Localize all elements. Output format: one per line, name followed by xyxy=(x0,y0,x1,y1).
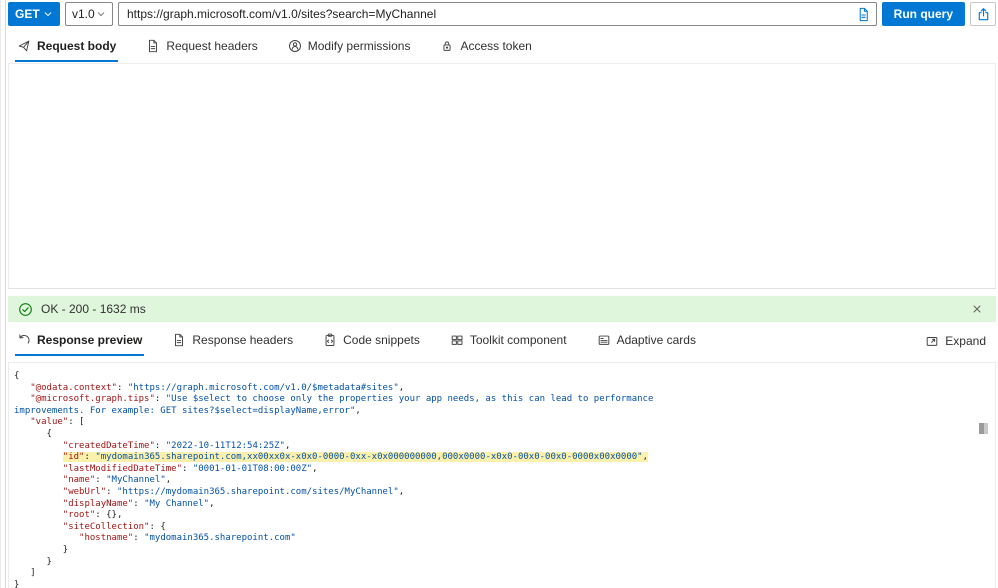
send-icon xyxy=(17,39,31,53)
tab-label: Code snippets xyxy=(343,333,420,347)
json-line: { xyxy=(14,428,52,439)
tab-label: Request body xyxy=(37,39,117,53)
status-text: OK - 200 - 1632 ms xyxy=(41,302,146,316)
expand-icon xyxy=(925,334,939,348)
json-line: "@microsoft.graph.tips": "Use $select to… xyxy=(30,394,654,405)
url-field-wrap xyxy=(118,2,877,26)
tab-toolkit-component[interactable]: Toolkit component xyxy=(448,330,569,356)
json-line: "lastModifiedDateTime": "0001-01-01T08:0… xyxy=(62,463,318,474)
tab-request-body[interactable]: Request body xyxy=(15,36,119,62)
chevron-down-icon xyxy=(96,9,106,19)
response-json: { "@odata.context": "https://graph.micro… xyxy=(9,363,995,588)
check-circle-icon xyxy=(18,302,33,317)
response-status-bar: OK - 200 - 1632 ms xyxy=(8,296,996,322)
json-line: } xyxy=(14,556,52,567)
method-dropdown[interactable]: GET xyxy=(8,2,60,26)
tab-response-headers[interactable]: Response headers xyxy=(170,330,295,356)
request-body-panel[interactable] xyxy=(8,63,996,289)
tab-code-snippets[interactable]: Code snippets xyxy=(321,330,422,356)
document-icon[interactable] xyxy=(855,5,873,23)
json-line: "value": [ xyxy=(30,417,85,428)
json-line: "displayName": "My Channel", xyxy=(62,498,215,509)
tab-label: Response headers xyxy=(192,333,294,347)
tab-label: Adaptive cards xyxy=(616,333,696,347)
share-icon xyxy=(976,7,991,22)
share-button[interactable] xyxy=(970,2,996,26)
json-line: "root": {}, xyxy=(62,510,123,521)
left-rail-divider xyxy=(0,0,6,588)
graph-explorer-app: GET v1.0 Run query xyxy=(0,0,998,588)
undo-icon xyxy=(17,333,31,347)
tab-label: Modify permissions xyxy=(307,39,411,53)
json-line: "createdDateTime": "2022-10-11T12:54:25Z… xyxy=(62,440,291,451)
tab-response-preview[interactable]: Response preview xyxy=(15,330,145,356)
json-line: } xyxy=(14,544,69,555)
scrollbar-thumb[interactable] xyxy=(979,423,988,434)
code-snippets-icon xyxy=(323,333,337,347)
request-tabs: Request body Request headers Modify perm… xyxy=(8,36,996,62)
tab-access-token[interactable]: Access token xyxy=(438,36,533,62)
tab-modify-permissions[interactable]: Modify permissions xyxy=(286,36,413,62)
json-line: "webUrl": "https://mydomain365.sharepoin… xyxy=(62,486,405,497)
chevron-down-icon xyxy=(43,9,53,19)
response-tabs: Response preview Response headers Code s… xyxy=(8,330,996,356)
request-url-input[interactable] xyxy=(118,2,877,26)
json-line: { xyxy=(14,371,20,381)
tab-adaptive-cards[interactable]: Adaptive cards xyxy=(595,330,698,356)
version-label: v1.0 xyxy=(72,7,95,21)
tab-label: Access token xyxy=(460,39,532,53)
json-line: "siteCollection": { xyxy=(62,521,166,532)
tab-label: Toolkit component xyxy=(469,333,567,347)
json-line: improvements. For example: GET sites?$se… xyxy=(14,405,361,416)
tab-label: Request headers xyxy=(166,39,258,53)
person-permissions-icon xyxy=(288,39,302,53)
close-icon[interactable] xyxy=(968,300,986,318)
tab-request-headers[interactable]: Request headers xyxy=(144,36,259,62)
version-dropdown[interactable]: v1.0 xyxy=(65,2,113,26)
main-content: GET v1.0 Run query xyxy=(8,0,996,588)
json-line: } xyxy=(14,579,20,588)
json-line: "hostname": "mydomain365.sharepoint.com" xyxy=(79,533,296,544)
request-bar: GET v1.0 Run query xyxy=(8,2,996,26)
response-preview-panel: { "@odata.context": "https://graph.micro… xyxy=(8,362,996,588)
run-query-button[interactable]: Run query xyxy=(881,2,965,26)
json-line: "@odata.context": "https://graph.microso… xyxy=(30,382,405,393)
document-icon xyxy=(172,333,186,347)
method-label: GET xyxy=(15,7,40,21)
tab-label: Response preview xyxy=(37,333,143,347)
document-icon xyxy=(146,39,160,53)
json-line: "id": "mydomain365.sharepoint.com,xx00xx… xyxy=(62,452,648,463)
json-line: ] xyxy=(14,568,36,579)
card-icon xyxy=(597,333,611,347)
expand-button[interactable]: Expand xyxy=(925,330,986,356)
grid-icon xyxy=(450,333,464,347)
expand-label: Expand xyxy=(945,334,986,348)
json-line: "name": "MyChannel", xyxy=(62,475,172,486)
lock-icon xyxy=(440,39,454,53)
